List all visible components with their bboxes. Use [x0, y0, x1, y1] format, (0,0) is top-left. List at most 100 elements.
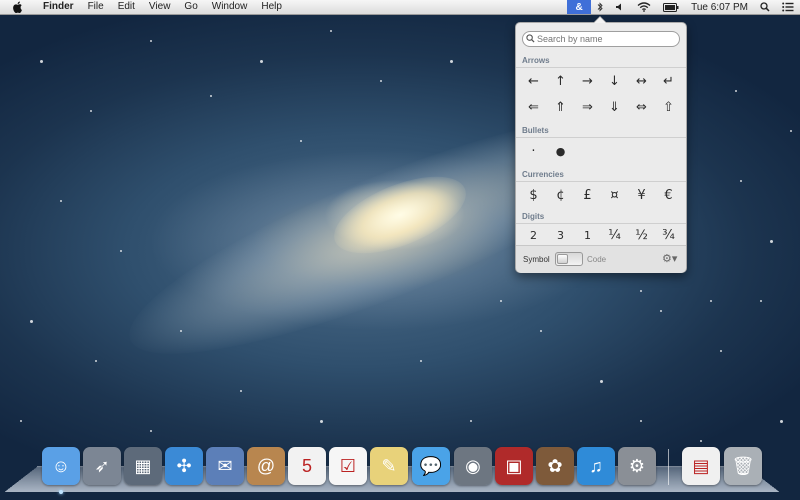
symbol-label: Symbol — [523, 255, 550, 264]
char-cell[interactable]: ⇐ — [520, 94, 547, 120]
star — [540, 330, 542, 332]
character-viewer-icon[interactable]: & — [567, 0, 592, 14]
iphoto-icon[interactable]: ✿ — [536, 447, 574, 485]
messages-icon[interactable]: 💬 — [412, 447, 450, 485]
char-cell[interactable]: ⇔ — [628, 94, 655, 120]
star — [500, 300, 502, 302]
star — [600, 380, 603, 383]
document-icon[interactable]: ▤ — [682, 447, 720, 485]
mission-control-icon[interactable]: ▦ — [124, 447, 162, 485]
menu-go[interactable]: Go — [177, 0, 204, 14]
clock[interactable]: Tue 6:07 PM — [685, 0, 754, 14]
star — [740, 180, 742, 182]
mail-icon[interactable]: ✉ — [206, 447, 244, 485]
char-cell[interactable]: ⇑ — [547, 94, 574, 120]
popover-footer: Symbol Code ⚙▾ — [516, 245, 686, 273]
menu-edit[interactable]: Edit — [111, 0, 142, 14]
menu-window[interactable]: Window — [205, 0, 255, 14]
char-cell[interactable]: $ — [520, 182, 547, 208]
star — [420, 360, 422, 362]
menu-help[interactable]: Help — [254, 0, 289, 14]
star — [150, 40, 152, 42]
dock-separator — [668, 449, 669, 485]
star — [300, 140, 302, 142]
char-cell[interactable]: ↔ — [628, 68, 655, 94]
facetime-icon[interactable]: ◉ — [454, 447, 492, 485]
battery-icon[interactable] — [657, 0, 685, 14]
system-preferences-icon[interactable]: ⚙ — [618, 447, 656, 485]
star — [95, 360, 97, 362]
finder-icon[interactable]: ☺ — [42, 447, 80, 485]
char-cell[interactable]: ¢ — [547, 182, 574, 208]
running-indicator — [59, 490, 63, 494]
symbol-code-toggle[interactable] — [555, 252, 583, 266]
bullets-grid: · ● — [520, 138, 682, 164]
toggle-knob[interactable] — [557, 254, 568, 264]
menu-file[interactable]: File — [81, 0, 111, 14]
section-title-currencies: Currencies — [522, 170, 564, 179]
star — [660, 310, 662, 312]
char-cell[interactable]: ↓ — [601, 68, 628, 94]
star — [240, 390, 242, 392]
notification-center-icon[interactable] — [776, 0, 800, 14]
star — [30, 320, 33, 323]
char-cell[interactable]: ⇧ — [655, 94, 682, 120]
wifi-icon[interactable] — [631, 0, 657, 14]
char-cell[interactable]: · — [520, 138, 547, 164]
arrows-grid: ← ↑ → ↓ ↔ ↵ ⇐ ⇑ ⇒ ⇓ ⇔ ⇧ — [520, 68, 682, 120]
char-cell[interactable]: ⇒ — [574, 94, 601, 120]
character-viewer-popover: Arrows ← ↑ → ↓ ↔ ↵ ⇐ ⇑ ⇒ ⇓ ⇔ ⇧ Bullets ·… — [515, 22, 687, 273]
star — [700, 440, 702, 442]
section-title-bullets: Bullets — [522, 126, 549, 135]
safari-icon[interactable]: ✣ — [165, 447, 203, 485]
launchpad-icon[interactable]: ➶ — [83, 447, 121, 485]
star — [150, 430, 152, 432]
notes-icon[interactable]: ✎ — [370, 447, 408, 485]
star — [320, 420, 323, 423]
char-cell[interactable]: ⇓ — [601, 94, 628, 120]
star — [790, 130, 792, 132]
search-field[interactable] — [522, 31, 680, 47]
apple-icon[interactable] — [0, 1, 36, 13]
search-icon — [523, 33, 537, 45]
section-title-arrows: Arrows — [522, 56, 550, 65]
star — [640, 290, 642, 292]
char-cell[interactable]: ● — [547, 138, 574, 164]
star — [40, 60, 43, 63]
char-cell[interactable]: ↵ — [655, 68, 682, 94]
char-cell[interactable]: ¥ — [628, 182, 655, 208]
trash-icon[interactable]: 🗑 — [724, 447, 762, 485]
star — [710, 300, 712, 302]
bluetooth-icon[interactable] — [591, 0, 609, 14]
star — [60, 200, 62, 202]
char-cell[interactable]: ¤ — [601, 182, 628, 208]
menu-view[interactable]: View — [142, 0, 178, 14]
star — [380, 80, 382, 82]
star — [180, 330, 182, 332]
spotlight-icon[interactable] — [754, 0, 776, 14]
star — [470, 420, 472, 422]
char-cell[interactable]: → — [574, 68, 601, 94]
char-cell[interactable]: £ — [574, 182, 601, 208]
calendar-icon[interactable]: 5 — [288, 447, 326, 485]
star — [330, 30, 332, 32]
currencies-grid: $ ¢ £ ¤ ¥ € — [520, 182, 682, 208]
search-input[interactable] — [537, 34, 667, 44]
star — [210, 95, 212, 97]
char-cell[interactable]: € — [655, 182, 682, 208]
volume-icon[interactable] — [609, 0, 631, 14]
gear-icon[interactable]: ⚙▾ — [662, 252, 677, 265]
reminders-icon[interactable]: ☑ — [329, 447, 367, 485]
itunes-icon[interactable]: ♫ — [577, 447, 615, 485]
star — [260, 60, 263, 63]
star — [760, 300, 762, 302]
photo-booth-icon[interactable]: ▣ — [495, 447, 533, 485]
popover-arrow-fill — [594, 17, 606, 23]
star — [450, 60, 453, 63]
section-title-digits: Digits — [522, 212, 545, 221]
char-cell[interactable]: ← — [520, 68, 547, 94]
char-cell[interactable]: ↑ — [547, 68, 574, 94]
menu-app-name[interactable]: Finder — [36, 0, 81, 14]
contacts-icon[interactable]: @ — [247, 447, 285, 485]
dock: ☺ ➶ ▦ ✣ ✉ @5 ☑ ✎ 💬 ◉ ▣ ✿ ♫ ⚙ ▤ 🗑 — [40, 447, 780, 495]
